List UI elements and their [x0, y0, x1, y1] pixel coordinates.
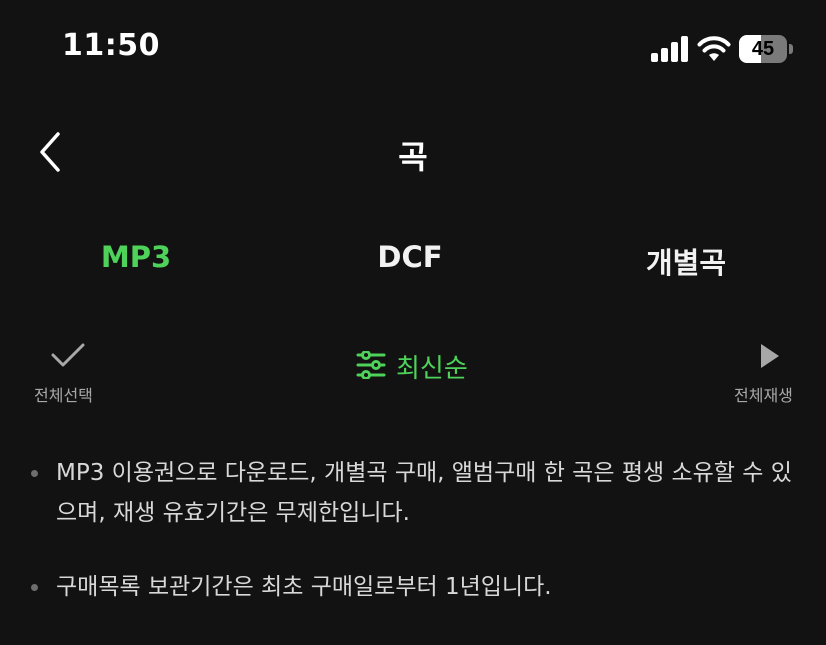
cellular-signal-icon: [651, 36, 688, 62]
sliders-icon: [356, 351, 386, 379]
chevron-left-icon: [40, 132, 60, 172]
select-all-button[interactable]: 전체선택: [24, 340, 114, 406]
wifi-icon: [697, 36, 731, 61]
list-item: 구매목록 보관기간은 최초 구매일로부터 1년입니다.: [28, 567, 798, 607]
tab-dcf[interactable]: DCF: [300, 240, 520, 274]
list-item: MP3 이용권으로 다운로드, 개별곡 구매, 앨범구매 한 곡은 평생 소유할…: [28, 453, 798, 533]
navigation-header: 곡: [0, 110, 826, 200]
tab-individual-songs[interactable]: 개별곡: [576, 240, 796, 282]
note-text: MP3 이용권으로 다운로드, 개별곡 구매, 앨범구매 한 곡은 평생 소유할…: [56, 460, 792, 526]
tab-mp3[interactable]: MP3: [26, 240, 246, 274]
bullet-dot: [31, 584, 38, 591]
sort-button[interactable]: 최신순: [352, 344, 492, 388]
list-toolbar: 전체선택 최신순 전체재생: [0, 330, 826, 410]
note-text: 구매목록 보관기간은 최초 구매일로부터 1년입니다.: [56, 574, 552, 600]
bullet-dot: [31, 470, 38, 477]
play-all-button[interactable]: 전체재생: [726, 340, 816, 406]
tab-bar: MP3 DCF 개별곡: [0, 230, 826, 290]
checkmark-icon: [51, 343, 85, 367]
sort-label: 최신순: [396, 354, 468, 384]
battery-icon: 45: [739, 35, 795, 65]
back-button[interactable]: [30, 128, 74, 176]
play-icon: [761, 344, 779, 368]
battery-percentage: 45: [751, 38, 775, 60]
play-all-label: 전체재생: [734, 386, 793, 405]
status-time: 11:50: [62, 28, 160, 63]
page-title: 곡: [398, 138, 428, 176]
status-bar: 11:50 45: [0, 0, 826, 100]
select-all-label: 전체선택: [34, 386, 93, 405]
